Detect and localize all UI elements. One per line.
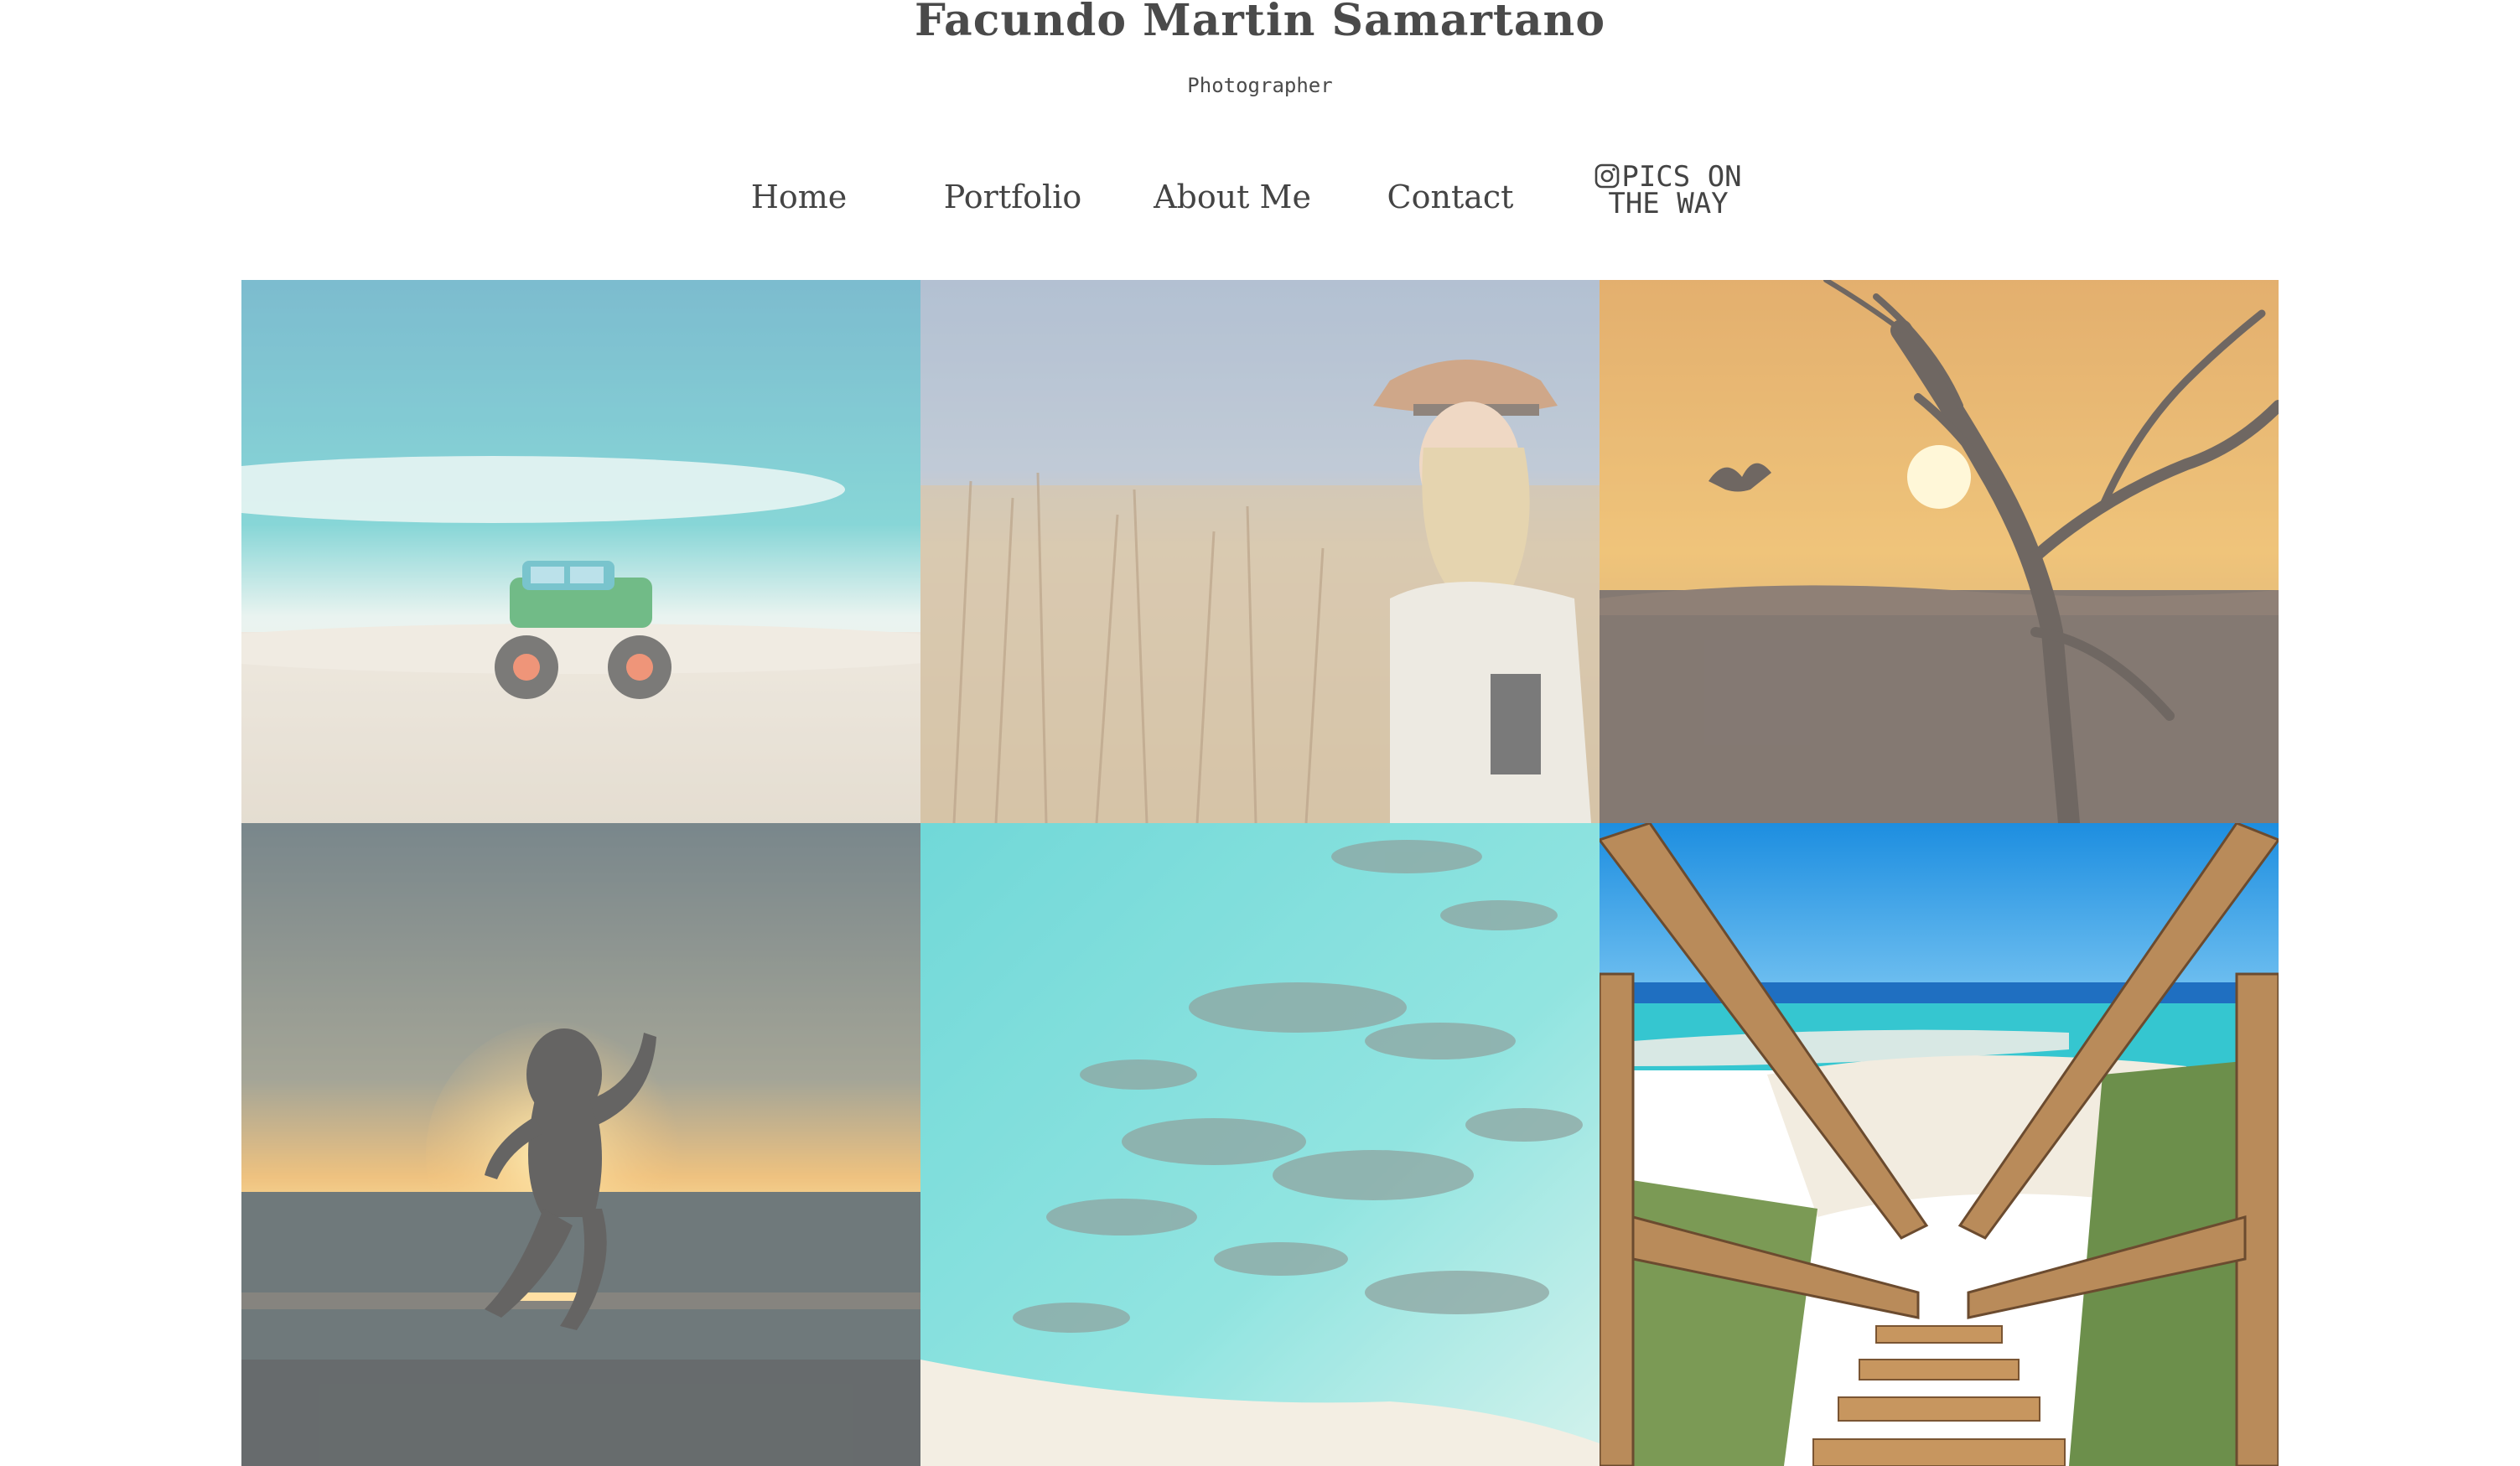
woman-grass-field-image <box>920 280 1600 823</box>
sunset-tree-bird-image <box>1600 280 2279 823</box>
main-nav: Home Portfolio About Me Contact PICS ON … <box>0 163 2520 239</box>
nav-home-link[interactable]: Home <box>719 172 879 222</box>
nav-portfolio-link[interactable]: Portfolio <box>929 172 1097 222</box>
nav-instagram-link[interactable]: PICS ON THE WAY <box>1584 163 1752 231</box>
aerial-turquoise-sea-image <box>920 823 1600 1466</box>
site-title[interactable]: Facundo Martin Samartano <box>0 0 2520 46</box>
photo-aerial-turquoise-sea[interactable] <box>920 823 1600 1466</box>
wooden-stairs-beach-image <box>1600 823 2279 1466</box>
toy-truck-beach-image <box>241 280 920 823</box>
child-jumping-sunset-image <box>241 823 920 1466</box>
photo-sunset-tree-bird[interactable] <box>1600 280 2279 823</box>
site-header: Facundo Martin Samartano Photographer Ho… <box>0 0 2520 268</box>
photo-toy-truck-beach[interactable] <box>241 280 920 823</box>
instagram-label-part-2: THE WAY <box>1608 187 1729 220</box>
site-subtitle: Photographer <box>1187 74 1333 97</box>
photo-gallery <box>241 280 2279 1466</box>
photo-woman-grass-field[interactable] <box>920 280 1600 823</box>
photo-wooden-stairs-beach[interactable] <box>1600 823 2279 1466</box>
photo-child-jumping-sunset[interactable] <box>241 823 920 1466</box>
nav-about-link[interactable]: About Me <box>1149 172 1316 222</box>
nav-contact-link[interactable]: Contact <box>1366 172 1534 222</box>
instagram-icon <box>1595 163 1620 189</box>
